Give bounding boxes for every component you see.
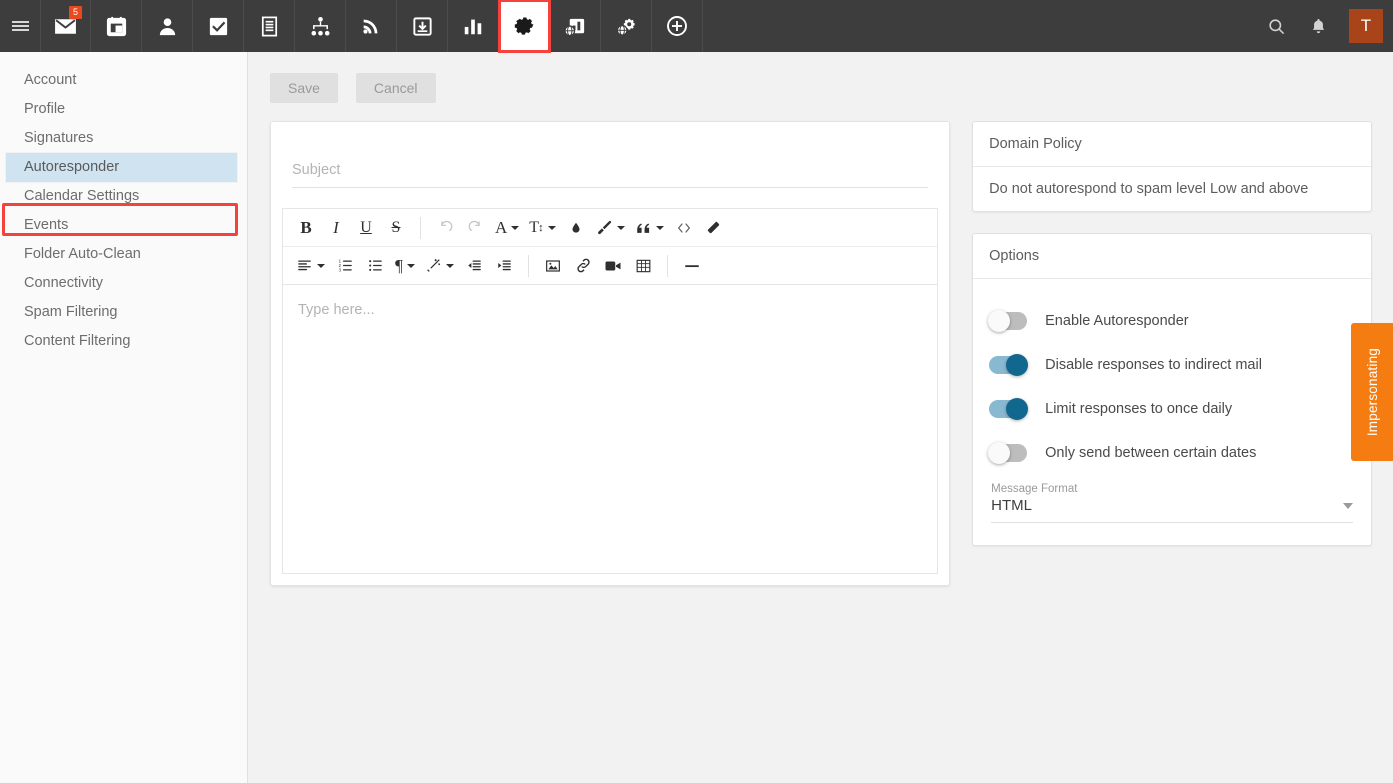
- user-avatar[interactable]: T: [1349, 9, 1383, 43]
- only-send-between-dates-toggle[interactable]: [988, 442, 1028, 464]
- mail-unread-badge: 5: [69, 6, 82, 19]
- font-color-button[interactable]: A: [490, 213, 524, 243]
- droplet-icon[interactable]: [561, 213, 591, 243]
- redo-icon[interactable]: [460, 213, 490, 243]
- nav-item-add[interactable]: [652, 0, 703, 52]
- top-navigation-bar: 5 T: [0, 0, 1393, 53]
- sidebar-item-spam-filtering[interactable]: Spam Filtering: [0, 298, 247, 327]
- pilcrow-icon[interactable]: ¶: [390, 251, 420, 281]
- content-row: B I U S A T↕: [249, 103, 1393, 586]
- option-row-disable-indirect: Disable responses to indirect mail: [989, 343, 1355, 387]
- sidebar-item-calendar-settings[interactable]: Calendar Settings: [0, 182, 247, 211]
- sidebar-item-autoresponder[interactable]: Autoresponder: [6, 153, 237, 182]
- domain-policy-panel: Domain Policy Do not autorespond to spam…: [972, 121, 1372, 212]
- message-format-select[interactable]: HTML: [991, 497, 1353, 523]
- rich-text-editor: B I U S A T ↕ 1 2 3 ¶ Type here...: [282, 208, 939, 574]
- nav-item-reports[interactable]: [448, 0, 499, 52]
- editor-toolbar-row-2: 123 ¶: [283, 247, 938, 285]
- sidebar-item-content-filtering[interactable]: Content Filtering: [0, 327, 247, 356]
- svg-text:3: 3: [338, 267, 341, 272]
- italic-button[interactable]: I: [321, 213, 351, 243]
- cancel-button[interactable]: Cancel: [355, 73, 436, 103]
- toolbar-separator: [667, 254, 668, 277]
- hamburger-icon[interactable]: [0, 0, 40, 52]
- sidebar-item-folder-auto-clean[interactable]: Folder Auto-Clean: [0, 240, 247, 269]
- toolbar-separator: [420, 216, 421, 239]
- options-title: Options: [973, 234, 1371, 279]
- option-row-date-range: Only send between certain dates: [988, 431, 1355, 475]
- horizontal-rule-icon[interactable]: [677, 251, 707, 281]
- editor-body[interactable]: Type here...: [283, 285, 937, 573]
- autoresponder-editor-card: B I U S A T↕: [270, 121, 951, 586]
- indent-icon[interactable]: [489, 251, 519, 281]
- nav-item-filing[interactable]: [397, 0, 448, 52]
- message-format-label: Message Format: [991, 483, 1078, 495]
- domain-policy-text: Do not autorespond to spam level Low and…: [989, 181, 1309, 197]
- sidebar-item-account[interactable]: Account: [0, 66, 247, 95]
- save-button[interactable]: Save: [270, 73, 338, 103]
- eraser-icon[interactable]: [699, 213, 729, 243]
- undo-icon[interactable]: [430, 213, 460, 243]
- strikethrough-button[interactable]: S: [381, 213, 411, 243]
- unordered-list-icon[interactable]: [360, 251, 390, 281]
- enable-autoresponder-toggle[interactable]: [988, 310, 1028, 332]
- sidebar-item-connectivity[interactable]: Connectivity: [0, 269, 247, 298]
- option-row-limit-daily: Limit responses to once daily: [989, 387, 1355, 431]
- image-icon[interactable]: [538, 251, 568, 281]
- nav-icon-group: 5: [40, 0, 703, 53]
- nav-item-calendar[interactable]: [91, 0, 142, 52]
- nav-item-mail[interactable]: 5: [40, 0, 91, 52]
- subject-input[interactable]: [292, 162, 929, 188]
- impersonating-tab[interactable]: Impersonating: [1351, 323, 1393, 461]
- limit-once-daily-toggle[interactable]: [989, 398, 1029, 420]
- video-icon[interactable]: [598, 251, 628, 281]
- bell-icon[interactable]: [1305, 13, 1331, 39]
- paintbrush-icon[interactable]: [591, 213, 630, 243]
- toolbar-separator: [528, 254, 529, 277]
- only-send-between-dates-label: Only send between certain dates: [1045, 445, 1257, 461]
- enable-autoresponder-label: Enable Autoresponder: [1045, 313, 1189, 329]
- message-format-value: HTML: [991, 497, 1032, 514]
- nav-item-sitemap[interactable]: [295, 0, 346, 52]
- subject-field-wrap: [282, 133, 938, 188]
- limit-once-daily-label: Limit responses to once daily: [1045, 401, 1233, 417]
- nav-item-notes[interactable]: [244, 0, 295, 52]
- link-icon[interactable]: [568, 251, 598, 281]
- settings-sidebar: Account Profile Signatures Autoresponder…: [0, 52, 248, 783]
- nav-item-tasks[interactable]: [193, 0, 244, 52]
- topbar-right-group: T: [1263, 0, 1393, 52]
- nav-item-settings[interactable]: [498, 0, 551, 53]
- table-icon[interactable]: [628, 251, 658, 281]
- disable-indirect-mail-toggle[interactable]: [989, 354, 1029, 376]
- nav-item-domain-settings[interactable]: [601, 0, 652, 52]
- quote-icon[interactable]: [630, 213, 669, 243]
- chevron-down-icon: [1343, 502, 1353, 509]
- option-row-enable-autoresponder: Enable Autoresponder: [988, 299, 1355, 343]
- action-bar: Save Cancel: [249, 52, 1393, 103]
- text-size-icon[interactable]: T ↕: [524, 213, 560, 243]
- sidebar-item-events[interactable]: Events: [0, 211, 247, 240]
- search-icon[interactable]: [1263, 13, 1289, 39]
- options-body: Enable Autoresponder Disable responses t…: [973, 279, 1371, 545]
- sidebar-item-profile[interactable]: Profile: [0, 95, 247, 124]
- editor-toolbar-row-1: B I U S A T ↕: [283, 209, 938, 247]
- main-content-area: Save Cancel B I U S: [249, 52, 1393, 783]
- align-left-icon[interactable]: [291, 251, 330, 281]
- outdent-icon[interactable]: [459, 251, 489, 281]
- nav-item-domain-reports[interactable]: [550, 0, 601, 52]
- code-icon[interactable]: [669, 213, 699, 243]
- disable-indirect-mail-label: Disable responses to indirect mail: [1045, 357, 1262, 373]
- nav-item-contacts[interactable]: [142, 0, 193, 52]
- underline-button[interactable]: U: [351, 213, 381, 243]
- magic-wand-icon[interactable]: [420, 251, 459, 281]
- sidebar-item-signatures[interactable]: Signatures: [0, 124, 247, 153]
- nav-item-feeds[interactable]: [346, 0, 397, 52]
- bold-button[interactable]: B: [291, 213, 321, 243]
- right-column: Domain Policy Do not autorespond to spam…: [972, 121, 1372, 586]
- impersonating-label: Impersonating: [1364, 347, 1380, 437]
- domain-policy-title: Domain Policy: [973, 122, 1371, 167]
- ordered-list-icon[interactable]: 123: [330, 251, 360, 281]
- message-format-field: Message Format HTML: [989, 483, 1355, 523]
- options-panel: Options Enable Autoresponder Disable res…: [972, 233, 1372, 546]
